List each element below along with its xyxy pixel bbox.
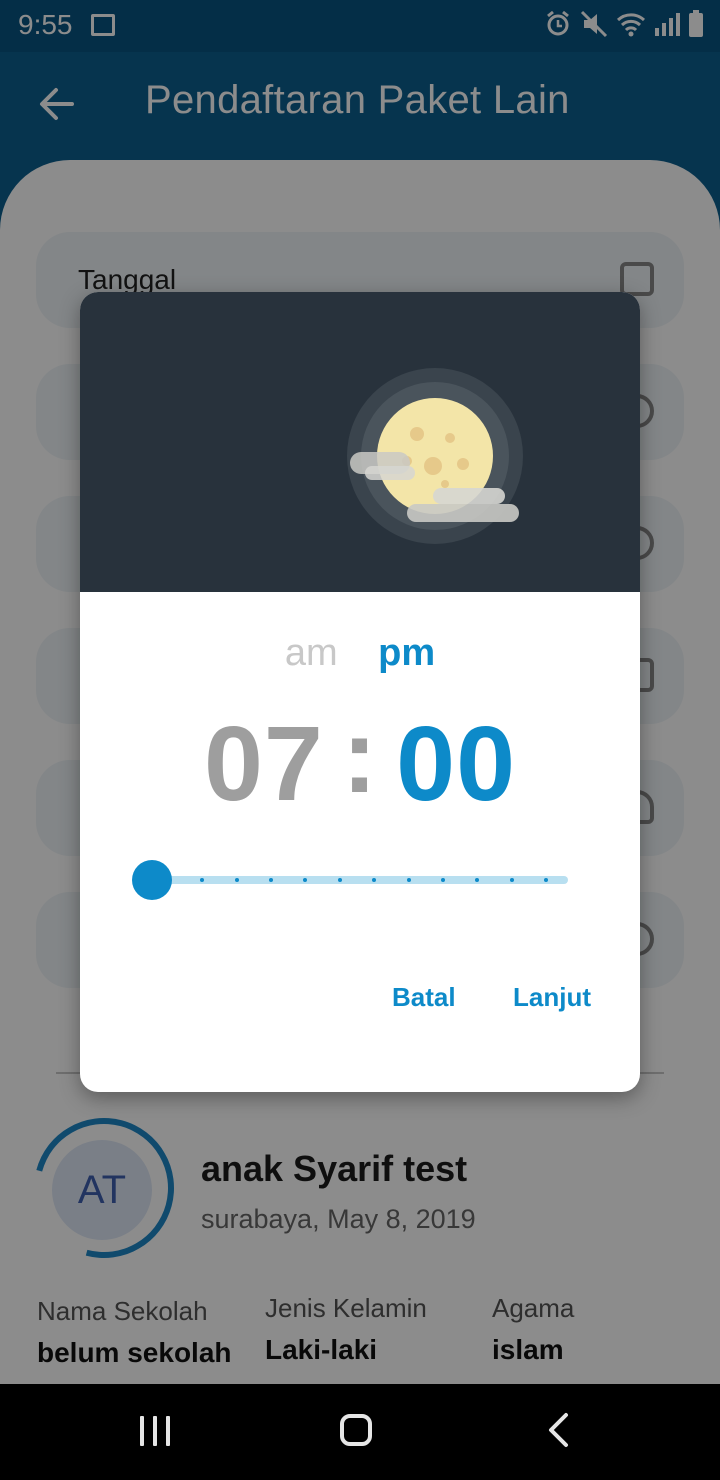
cancel-button[interactable]: Batal bbox=[392, 982, 456, 1013]
minute-slider[interactable] bbox=[132, 860, 568, 900]
time-display: 07:00 bbox=[80, 697, 640, 825]
slider-tick bbox=[544, 878, 548, 882]
nav-back-icon[interactable] bbox=[546, 1412, 570, 1448]
hour-value[interactable]: 07 bbox=[204, 705, 324, 823]
time-picker-header bbox=[80, 292, 640, 592]
home-icon[interactable] bbox=[340, 1414, 372, 1446]
time-picker-dialog: am pm 07:00 Batal Lanjut bbox=[80, 292, 640, 1092]
am-option[interactable]: am bbox=[285, 632, 338, 674]
slider-tick bbox=[337, 878, 342, 882]
pm-option[interactable]: pm bbox=[378, 632, 435, 674]
slider-tick bbox=[509, 878, 514, 882]
slider-tick bbox=[234, 878, 239, 882]
slider-tick bbox=[406, 878, 411, 882]
slider-tick bbox=[440, 878, 445, 882]
moon-night-icon bbox=[347, 368, 523, 544]
time-separator: : bbox=[341, 697, 379, 815]
am-pm-toggle: am pm bbox=[80, 632, 640, 675]
system-nav-bar bbox=[0, 1384, 720, 1480]
slider-tick bbox=[166, 878, 170, 882]
minute-value[interactable]: 00 bbox=[396, 705, 516, 823]
confirm-button[interactable]: Lanjut bbox=[513, 982, 591, 1013]
slider-track[interactable] bbox=[152, 876, 568, 884]
recents-icon[interactable] bbox=[140, 1416, 172, 1446]
